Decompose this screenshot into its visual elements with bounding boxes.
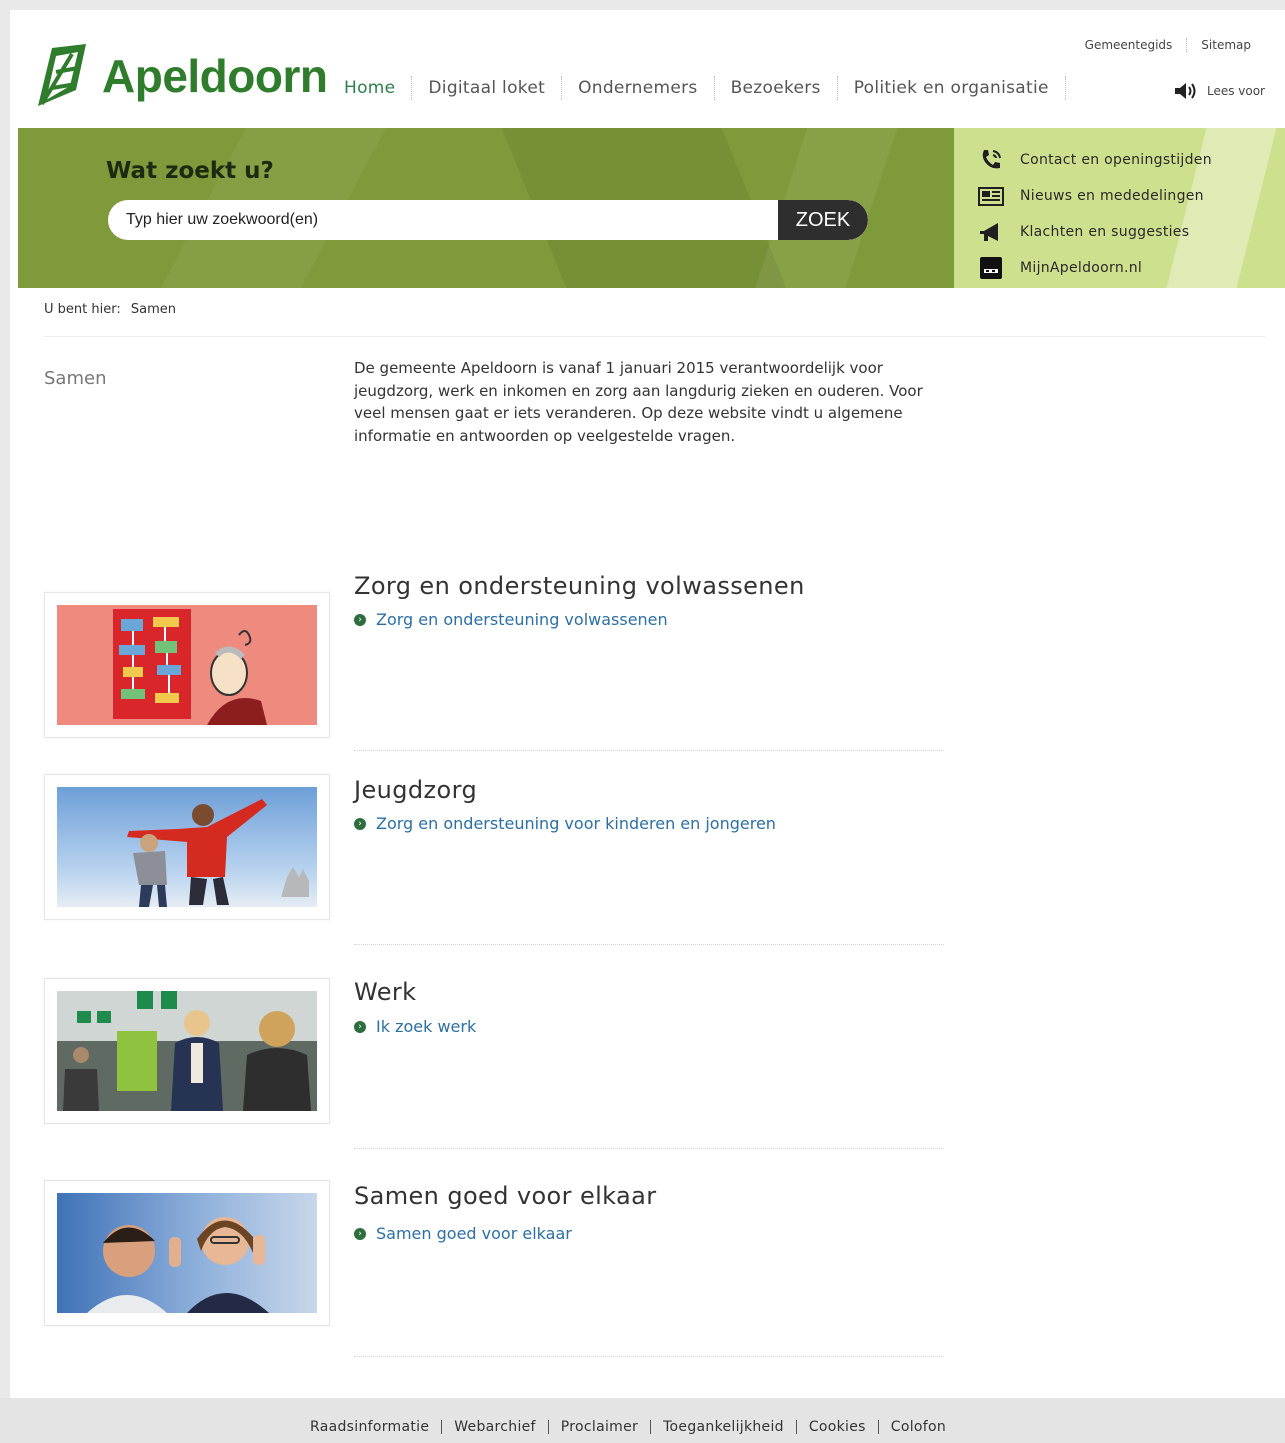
quick-link-label: MijnApeldoorn.nl bbox=[1020, 260, 1143, 276]
section-link-label: Samen goed voor elkaar bbox=[376, 1224, 572, 1243]
search-form: ZOEK bbox=[108, 200, 868, 240]
quick-link-news[interactable]: Nieuws en mededelingen bbox=[978, 178, 1212, 214]
quick-link-complaints[interactable]: Klachten en suggesties bbox=[978, 214, 1212, 250]
quick-link-mijnapeldoorn[interactable]: MijnApeldoorn.nl bbox=[978, 250, 1212, 286]
section-title: Jeugdzorg bbox=[354, 776, 478, 804]
footer-links: Raadsinformatie Webarchief Proclaimer To… bbox=[310, 1420, 958, 1434]
quick-link-label: Contact en openingstijden bbox=[1020, 152, 1212, 168]
breadcrumb-prefix: U bent hier: bbox=[44, 302, 121, 317]
phone-icon bbox=[978, 147, 1004, 173]
apeldoorn-logo[interactable]: Apeldoorn bbox=[32, 42, 328, 110]
leaf-logo-icon bbox=[38, 44, 86, 106]
arrow-bullet-icon: › bbox=[354, 613, 366, 626]
section-divider bbox=[354, 750, 944, 752]
quick-links-panel: Contact en openingstijden Nieuws en mede… bbox=[954, 128, 1285, 288]
breadcrumb: U bent hier: Samen bbox=[44, 302, 176, 317]
samen-goed-photo bbox=[57, 1193, 317, 1313]
werk-photo bbox=[57, 991, 317, 1111]
footer-link-toegankelijkheid[interactable]: Toegankelijkheid bbox=[650, 1420, 796, 1434]
digid-icon bbox=[978, 255, 1004, 281]
arrow-bullet-icon: › bbox=[354, 1227, 366, 1240]
speaker-icon bbox=[1174, 83, 1196, 99]
sitemap-link[interactable]: Sitemap bbox=[1186, 38, 1265, 52]
section-divider bbox=[354, 1356, 944, 1358]
search-button[interactable]: ZOEK bbox=[778, 200, 868, 240]
read-aloud-label: Lees voor bbox=[1206, 84, 1265, 98]
search-input[interactable] bbox=[108, 200, 778, 240]
footer-link-proclaimer[interactable]: Proclaimer bbox=[547, 1420, 650, 1434]
intro-text: De gemeente Apeldoorn is vanaf 1 januari… bbox=[354, 359, 923, 445]
sidebar-title[interactable]: Samen bbox=[44, 368, 106, 389]
section-link[interactable]: › Zorg en ondersteuning voor kinderen en… bbox=[354, 814, 776, 833]
section-image-card[interactable] bbox=[44, 978, 330, 1124]
section-divider bbox=[354, 1148, 944, 1150]
search-title: Wat zoekt u? bbox=[106, 158, 274, 184]
nav-digitaal-loket[interactable]: Digitaal loket bbox=[412, 76, 563, 100]
footer-link-cookies[interactable]: Cookies bbox=[795, 1420, 878, 1434]
newspaper-icon bbox=[978, 183, 1004, 209]
breadcrumb-divider bbox=[44, 336, 1266, 337]
logo-text: Apeldoorn bbox=[102, 50, 328, 102]
section-image-card[interactable] bbox=[44, 1180, 330, 1326]
footer-link-raadsinformatie[interactable]: Raadsinformatie bbox=[310, 1420, 441, 1434]
arrow-bullet-icon: › bbox=[354, 1020, 366, 1033]
breadcrumb-current[interactable]: Samen bbox=[131, 302, 176, 317]
footer: Raadsinformatie Webarchief Proclaimer To… bbox=[0, 1398, 1285, 1443]
section-link[interactable]: › Ik zoek werk bbox=[354, 1017, 476, 1036]
nav-politiek-en-organisatie[interactable]: Politiek en organisatie bbox=[838, 76, 1066, 100]
nav-home[interactable]: Home bbox=[328, 76, 413, 100]
section-link-label: Zorg en ondersteuning volwassenen bbox=[376, 610, 668, 629]
zorg-illustration-image bbox=[57, 605, 317, 725]
section-link-label: Zorg en ondersteuning voor kinderen en j… bbox=[376, 814, 776, 833]
quick-link-label: Klachten en suggesties bbox=[1020, 224, 1190, 240]
section-link[interactable]: › Zorg en ondersteuning volwassenen bbox=[354, 610, 668, 629]
quick-link-label: Nieuws en mededelingen bbox=[1020, 188, 1204, 204]
section-image-card[interactable] bbox=[44, 774, 330, 920]
read-aloud-button[interactable]: Lees voor bbox=[1173, 82, 1265, 100]
footer-link-webarchief[interactable]: Webarchief bbox=[441, 1420, 548, 1434]
megaphone-icon bbox=[978, 219, 1004, 245]
section-title: Zorg en ondersteuning volwassenen bbox=[354, 572, 805, 600]
page: Apeldoorn Home Digitaal loket Ondernemer… bbox=[10, 10, 1285, 1398]
quick-link-contact[interactable]: Contact en openingstijden bbox=[978, 142, 1212, 178]
section-divider bbox=[354, 944, 944, 946]
arrow-bullet-icon: › bbox=[354, 817, 366, 830]
nav-ondernemers[interactable]: Ondernemers bbox=[562, 76, 715, 100]
section-link-label: Ik zoek werk bbox=[376, 1017, 477, 1036]
section-image-card[interactable] bbox=[44, 592, 330, 738]
section-title: Werk bbox=[354, 978, 417, 1006]
gemeentegids-link[interactable]: Gemeentegids bbox=[1071, 38, 1187, 52]
utility-links: Gemeentegids Sitemap bbox=[1071, 38, 1265, 52]
section-link[interactable]: › Samen goed voor elkaar bbox=[354, 1224, 572, 1243]
footer-link-colofon[interactable]: Colofon bbox=[877, 1420, 958, 1434]
main-navigation: Home Digitaal loket Ondernemers Bezoeker… bbox=[328, 76, 1066, 100]
section-title: Samen goed voor elkaar bbox=[354, 1182, 657, 1210]
nav-bezoekers[interactable]: Bezoekers bbox=[715, 76, 838, 100]
jeugdzorg-photo bbox=[57, 787, 317, 907]
